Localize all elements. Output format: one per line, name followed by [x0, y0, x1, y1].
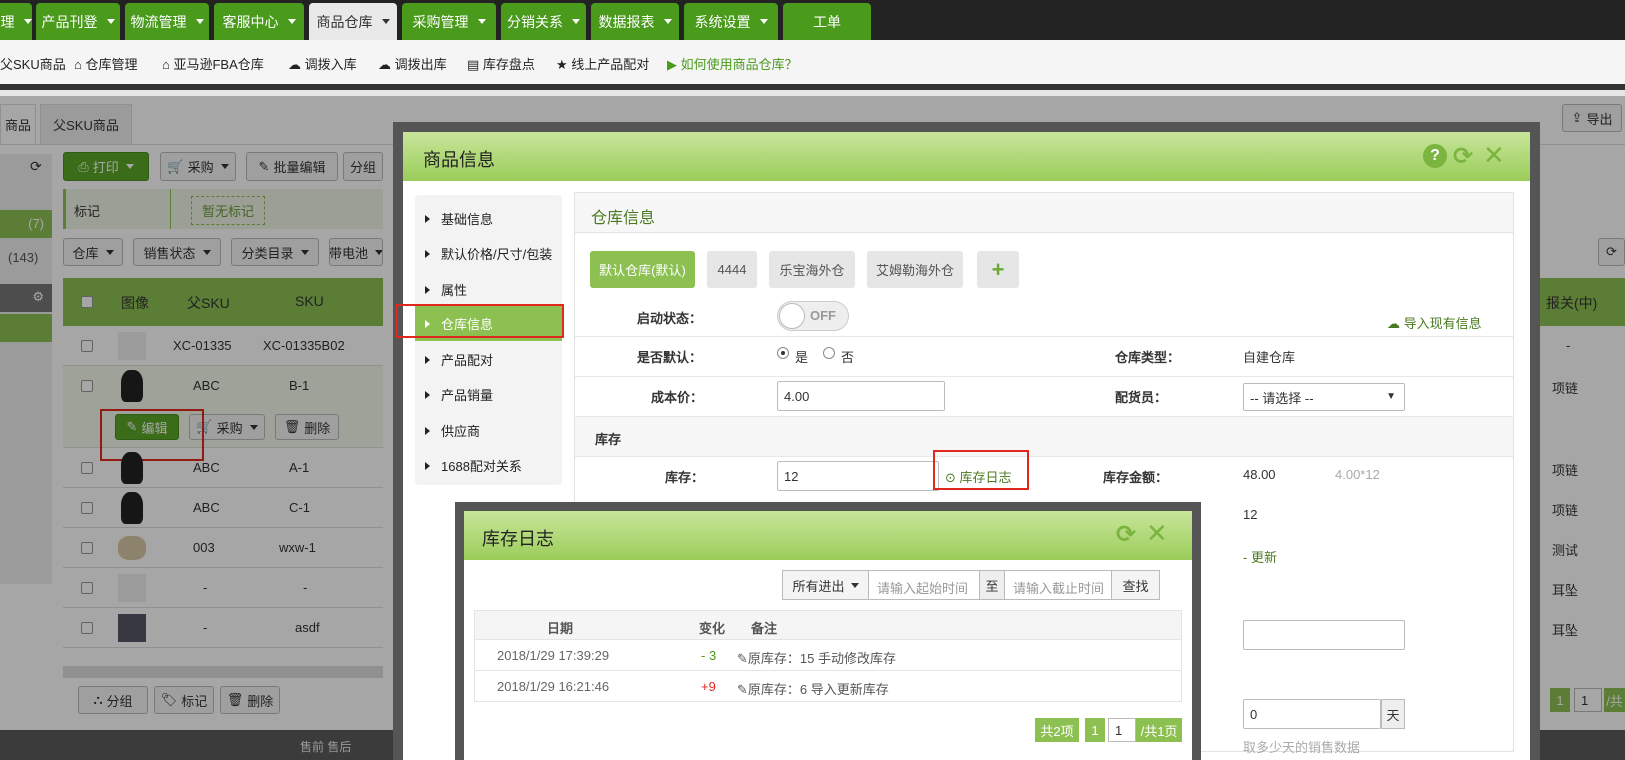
log-table-header: 日期 变化 备注: [474, 610, 1182, 640]
cost-price-label: 成本价：: [651, 390, 704, 405]
stock-log-dialog: 库存日志 ⟳ ✕ 所有进出 请输入起始时间 至 请输入截止时间 查找 日期 变化…: [455, 502, 1201, 760]
highlight-stock-log: [933, 450, 1029, 490]
log-col-date: 日期: [547, 621, 574, 636]
default-yes-label: 是: [795, 350, 809, 365]
warehouse-default-button[interactable]: 默认仓库(默认): [590, 251, 695, 288]
subnav-stocktake[interactable]: ▤ 库存盘点: [467, 54, 535, 73]
nav-tab-customer-service[interactable]: 客服中心: [214, 3, 304, 40]
update-link[interactable]: - 更新: [1243, 547, 1277, 566]
enable-toggle[interactable]: OFF: [777, 301, 849, 331]
nav-tab-distribution[interactable]: 分销关系: [501, 3, 586, 40]
log-date: 2018/1/29 17:39:29: [497, 648, 610, 663]
default-yes-radio[interactable]: [777, 347, 789, 359]
nav-tab-settings[interactable]: 系统设置: [684, 3, 778, 40]
add-warehouse-button[interactable]: +: [977, 251, 1019, 288]
modal-side-menu: 基础信息 默认价格/尺寸/包装 属性 仓库信息 产品配对 产品销量 供应商 16…: [415, 195, 562, 485]
enable-status-label: 启动状态：: [637, 311, 703, 326]
log-note: ✎原库存：15 手动修改库存: [737, 651, 896, 666]
nav-tab-listing[interactable]: 产品刊登: [36, 3, 120, 40]
subnav-transfer-in[interactable]: ☁ 调拨入库: [288, 54, 357, 73]
nav-tab-reports[interactable]: 数据报表: [591, 3, 679, 40]
warehouse-type-label: 仓库类型：: [1115, 350, 1181, 365]
log-total-count: 共2项: [1035, 718, 1079, 742]
nav-tab-warehouse[interactable]: 商品仓库: [309, 3, 397, 40]
nav-tab-purchase[interactable]: 采购管理: [402, 3, 496, 40]
stock-amount-formula: 4.00*12: [1335, 467, 1380, 482]
log-search-bar: 所有进出 请输入起始时间 至 请输入截止时间 查找: [782, 570, 1160, 600]
days-unit: 天: [1381, 699, 1405, 729]
modal-title: 商品信息: [423, 150, 495, 170]
sub-nav: 父SKU商品 ⌂ 仓库管理 ⌂ 亚马逊FBA仓库 ☁ 调拨入库 ☁ 调拨出库 ▤…: [0, 40, 1625, 90]
blank-input[interactable]: [1243, 620, 1405, 650]
default-no-radio[interactable]: [823, 347, 835, 359]
log-change: - 3: [701, 648, 717, 663]
default-no-label: 否: [841, 350, 855, 365]
menu-basic-info[interactable]: 基础信息: [415, 201, 562, 236]
stock-label: 库存：: [665, 470, 705, 485]
refresh-icon[interactable]: ⟳: [1453, 142, 1473, 171]
log-row: 2018/1/29 16:21:46 +9 ✎原库存：6 导入更新库存: [474, 671, 1182, 702]
stock-input[interactable]: 12: [777, 461, 939, 491]
menu-product-match[interactable]: 产品配对: [415, 342, 562, 377]
subnav-help[interactable]: ▶ 如何使用商品仓库？: [667, 54, 798, 73]
import-existing-link[interactable]: ☁ 导入现有信息: [1387, 313, 1482, 332]
warehouse-type-value: 自建仓库: [1243, 350, 1296, 365]
log-page-total: /共1页: [1136, 718, 1182, 742]
log-to-label: 至: [979, 571, 1005, 599]
top-nav: 理 产品刊登 物流管理 客服中心 商品仓库 采购管理 分销关系 数据报表 系统设…: [0, 0, 1625, 40]
stock-qty-value: 12: [1243, 507, 1258, 522]
log-page-input[interactable]: 1: [1108, 718, 1136, 742]
menu-price-size[interactable]: 默认价格/尺寸/包装: [415, 236, 562, 271]
help-icon[interactable]: ?: [1423, 144, 1447, 168]
menu-supplier[interactable]: 供应商: [415, 413, 562, 448]
stock-amount-label: 库存金额：: [1103, 470, 1169, 485]
close-icon[interactable]: ✕: [1483, 140, 1505, 171]
warehouse-emule-button[interactable]: 艾姆勒海外仓: [867, 251, 963, 288]
log-end-input[interactable]: 请输入截止时间: [1013, 578, 1104, 597]
log-refresh-icon[interactable]: ⟳: [1116, 520, 1136, 549]
log-change: +9: [701, 679, 716, 694]
subnav-transfer-out[interactable]: ☁ 调拨出库: [378, 54, 447, 73]
log-col-note: 备注: [751, 621, 778, 636]
log-header: 库存日志 ⟳ ✕: [464, 511, 1192, 560]
subnav-warehouse-manage[interactable]: ⌂ 仓库管理: [74, 54, 137, 73]
section-header: 仓库信息: [575, 193, 1513, 233]
log-search-button[interactable]: 查找: [1111, 571, 1159, 599]
log-date: 2018/1/29 16:21:46: [497, 679, 610, 694]
is-default-label: 是否默认：: [637, 350, 703, 365]
cost-price-input[interactable]: 4.00: [777, 381, 945, 411]
stock-amount-value: 48.00: [1243, 467, 1276, 482]
stock-section-title: 库存: [595, 432, 622, 447]
nav-tab-ticket[interactable]: 工单: [783, 3, 871, 40]
menu-attributes[interactable]: 属性: [415, 272, 562, 307]
log-col-change: 变化: [699, 621, 726, 636]
log-note: ✎原库存：6 导入更新库存: [737, 682, 889, 697]
log-close-icon[interactable]: ✕: [1146, 518, 1168, 549]
highlight-warehouse-menu: [396, 304, 564, 338]
log-start-input[interactable]: 请输入起始时间: [877, 578, 968, 597]
warehouse-4444-button[interactable]: 4444: [707, 251, 757, 288]
subnav-parent-sku[interactable]: 父SKU商品: [0, 54, 66, 73]
menu-product-sales[interactable]: 产品销量: [415, 377, 562, 412]
nav-tab-partial[interactable]: 理: [0, 3, 32, 40]
warehouse-lebao-button[interactable]: 乐宝海外仓: [769, 251, 855, 288]
log-title: 库存日志: [482, 529, 554, 549]
log-row: 2018/1/29 17:39:29 - 3 ✎原库存：15 手动修改库存: [474, 640, 1182, 671]
menu-1688-match[interactable]: 1688配对关系: [415, 448, 562, 483]
nav-tab-logistics[interactable]: 物流管理: [125, 3, 209, 40]
log-filter-select[interactable]: 所有进出: [783, 571, 869, 599]
modal-header: 商品信息 ? ⟳ ✕: [403, 132, 1530, 181]
picker-label: 配货员：: [1115, 390, 1168, 405]
days-hint: 取多少天的销售数据: [1243, 740, 1361, 755]
picker-select[interactable]: -- 请选择 -- ▼: [1243, 383, 1405, 411]
subnav-fba-warehouse[interactable]: ⌂ 亚马逊FBA仓库: [162, 54, 264, 73]
subnav-online-match[interactable]: ★ 线上产品配对: [556, 54, 649, 73]
sales-days-input[interactable]: 0: [1243, 699, 1381, 729]
log-page-current[interactable]: 1: [1085, 718, 1105, 742]
section-title: 仓库信息: [591, 210, 656, 227]
